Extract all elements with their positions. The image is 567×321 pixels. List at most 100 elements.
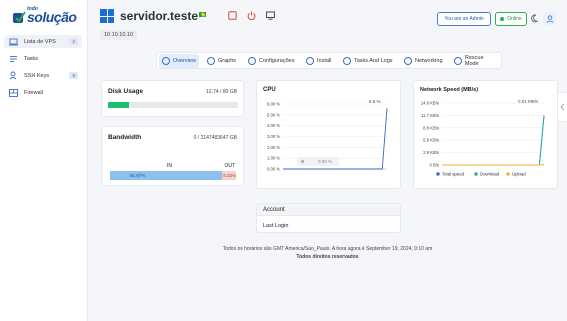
tooltip-dot-icon — [301, 160, 304, 163]
bandwidth-in-label: IN — [167, 163, 172, 169]
tab-label: Rescue Mode — [464, 55, 484, 67]
y-tick-label: 4.00 % — [267, 123, 280, 128]
tab-bar: Overview Graphs Configurações Install Ta… — [156, 52, 502, 69]
tab-tasks-and-logs[interactable]: Tasks And Logs — [340, 54, 396, 68]
bandwidth-title: Bandwidth — [108, 134, 142, 141]
y-tick-label: 5.9 KB/s — [423, 138, 439, 143]
tab-graphs[interactable]: Graphs — [204, 54, 239, 68]
account-card: Account Last Login — [256, 203, 401, 233]
count-badge: 2 — [69, 38, 78, 45]
server-title: servidor.teste — [120, 9, 199, 23]
series-line-1 — [442, 116, 545, 166]
legend-label-1: Download — [480, 172, 500, 177]
user-menu-button[interactable] — [543, 12, 556, 25]
disk-usage-card: Disk Usage 12.74 / 80 GB — [101, 80, 244, 117]
footer: Todos os horários são GMT America/Sao_Pa… — [88, 245, 567, 261]
bandwidth-in-pct: 91.67% — [130, 173, 146, 178]
logo-mark-icon — [13, 11, 26, 23]
overview-icon — [162, 57, 170, 65]
legend-dot-1 — [474, 172, 478, 176]
network-card: Network Speed (MB/s) 0.01 MB/s 0 B/s 2.9 … — [413, 80, 558, 189]
disk-usage-bar — [108, 102, 238, 108]
graphs-icon — [207, 57, 215, 65]
bandwidth-bar: 91.67% 8.33% — [110, 171, 236, 180]
y-tick-label: 0 B/s — [429, 163, 439, 168]
y-tick-label: 0.00 % — [267, 167, 280, 172]
tab-install[interactable]: Install — [303, 54, 334, 68]
logs-icon — [343, 57, 351, 65]
bandwidth-out-fill: 8.33% — [222, 171, 236, 180]
y-tick-label: 14.6 KB/s — [421, 101, 439, 106]
network-chart: 0 B/s 2.9 KB/s 5.9 KB/s 8.8 KB/s 11.7 KB/s 14… — [421, 101, 545, 177]
tab-label: Tasks And Logs — [354, 58, 393, 64]
rescue-icon — [454, 57, 462, 65]
tab-configuracoes[interactable]: Configurações — [245, 54, 297, 68]
online-label: Online — [507, 16, 522, 22]
online-dot-icon — [500, 17, 505, 21]
sidebar-item-ssh-keys[interactable]: SSH Keys 0 — [4, 69, 82, 82]
moon-icon[interactable] — [531, 14, 540, 23]
cpu-chart: 0.00 % 1.00 % 2.00 % 3.00 % 4.00 % 5.00 % 6.00… — [267, 102, 388, 172]
logo[interactable]: todo solução — [10, 6, 80, 28]
laptop-icon — [9, 37, 18, 46]
bandwidth-card: Bandwidth 0 / 2147483647 GB IN OUT 91.67… — [101, 126, 244, 186]
tab-label: Install — [317, 58, 332, 64]
legend-dot-2 — [506, 172, 510, 176]
y-tick-label: 8.8 KB/s — [423, 125, 439, 130]
cpu-card: CPU 5.6 % 0.00 % 1.00 % 2.00 % 3.00 % 4.00 %… — [256, 80, 401, 189]
legend-label-0: Total speed — [442, 172, 465, 177]
legend-dot-0 — [436, 172, 440, 176]
y-tick-label: 2.00 % — [267, 145, 280, 150]
footer-timezone-text: Todos os horários são GMT America/Sao_Pa… — [222, 246, 433, 252]
windows-os-icon — [100, 9, 114, 23]
y-tick-label: 11.7 KB/s — [421, 113, 439, 118]
admin-badge-button[interactable]: You are an Admin — [437, 12, 491, 26]
tab-label: Networking — [415, 58, 443, 64]
network-icon — [404, 57, 412, 65]
sidebar-item-label: Tasks — [24, 55, 39, 62]
side-collapse-button[interactable] — [557, 92, 567, 122]
online-status-button[interactable]: Online — [495, 12, 527, 26]
tab-label: Configurações — [259, 58, 295, 64]
disk-usage-title: Disk Usage — [108, 88, 144, 95]
tab-networking[interactable]: Networking — [401, 54, 446, 68]
sidebar-item-firewall[interactable]: Firewall — [4, 86, 82, 99]
bandwidth-out-label: OUT — [224, 163, 235, 169]
key-user-icon — [9, 71, 18, 80]
count-badge: 0 — [69, 72, 78, 79]
cpu-tooltip-value: 0.00 % — [318, 159, 333, 164]
sidebar-item-label: Lista de VPS — [24, 38, 56, 45]
disk-usage-value: 12.74 / 80 GB — [206, 89, 237, 95]
firewall-icon — [9, 88, 18, 97]
last-login-label: Last Login — [263, 223, 289, 229]
y-tick-label: 6.00 % — [267, 102, 280, 107]
stop-icon[interactable] — [228, 11, 237, 20]
console-icon[interactable] — [266, 11, 275, 20]
y-tick-label: 1.00 % — [267, 156, 280, 161]
footer-copyright: Todos direitos reservados — [296, 254, 359, 260]
disk-usage-fill — [108, 102, 129, 108]
logo-big-text: solução — [27, 9, 77, 25]
tab-label: Overview — [173, 58, 196, 64]
sidebar-item-label: SSH Keys — [24, 72, 50, 79]
bandwidth-value: 0 / 2147483647 GB — [193, 135, 237, 141]
header: servidor.teste 10.10.10.10 You are an Ad… — [88, 0, 567, 44]
sidebar: todo solução Lista de VPS 2 Tasks SSH Ke… — [0, 0, 88, 321]
legend-label-2: Upload — [512, 172, 526, 177]
tab-rescue-mode[interactable]: Rescue Mode — [451, 54, 501, 68]
settings-icon — [248, 57, 256, 65]
cpu-tooltip: 0.00 % — [297, 157, 339, 166]
sidebar-item-tasks[interactable]: Tasks — [4, 52, 82, 65]
sidebar-item-label: Firewall — [24, 89, 43, 96]
power-icon[interactable] — [247, 11, 256, 20]
account-title: Account — [263, 207, 285, 213]
y-tick-label: 3.00 % — [267, 134, 280, 139]
tab-overview[interactable]: Overview — [159, 54, 199, 68]
user-icon — [546, 14, 553, 23]
tasks-icon — [9, 54, 18, 63]
y-tick-label: 5.00 % — [267, 112, 280, 117]
install-icon — [306, 57, 314, 65]
sidebar-item-vps-list[interactable]: Lista de VPS 2 — [4, 35, 82, 48]
brazil-flag-icon — [199, 12, 206, 17]
bandwidth-in-fill: 91.67% — [110, 171, 223, 180]
